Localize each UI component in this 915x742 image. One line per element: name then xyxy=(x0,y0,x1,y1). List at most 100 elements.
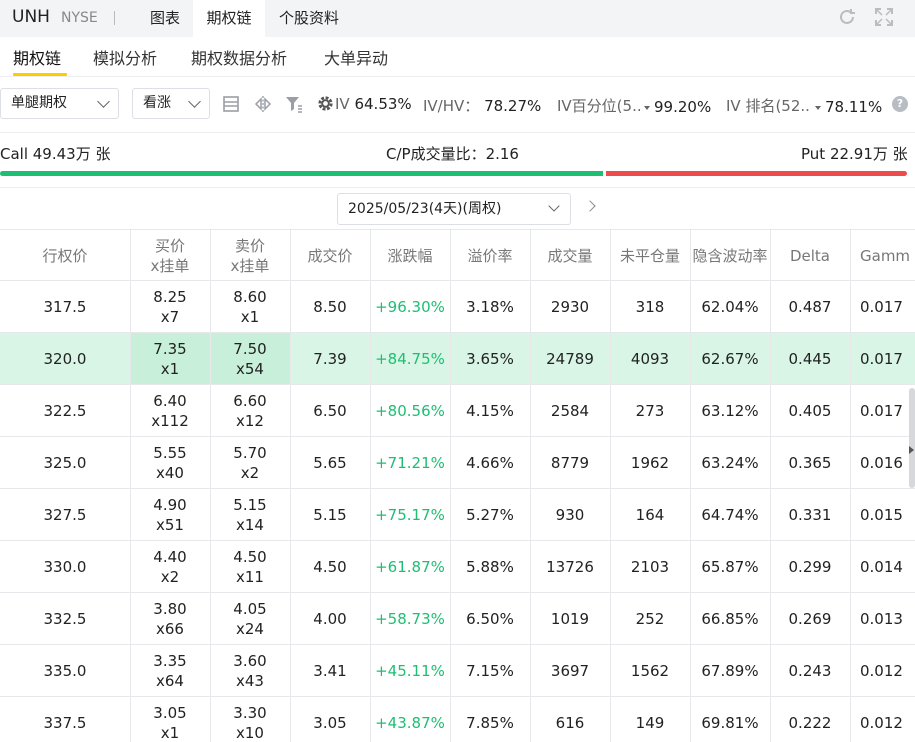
cell-gamma[interactable]: 0.017 xyxy=(850,281,915,332)
table-row[interactable]: 317.5 8.25 x7 8.60 x1 8.50 +96.30% 3.18% 2930 318… xyxy=(0,281,915,333)
cell-change[interactable]: +61.87% xyxy=(370,541,450,592)
cell-strike[interactable]: 325.0 xyxy=(0,437,130,488)
header-ask[interactable]: 卖价 x挂单 xyxy=(210,230,290,281)
cell-premium[interactable]: 3.18% xyxy=(450,281,530,332)
table-row[interactable]: 330.0 4.40 x2 4.50 x11 4.50 +61.87% 5.88% 13726 2… xyxy=(0,541,915,593)
cell-ask[interactable]: 5.15 x14 xyxy=(210,489,290,540)
cell-delta[interactable]: 0.222 xyxy=(770,697,850,742)
cell-change[interactable]: +80.56% xyxy=(370,385,450,436)
cell-open-interest[interactable]: 273 xyxy=(610,385,690,436)
cell-premium[interactable]: 4.15% xyxy=(450,385,530,436)
help-icon[interactable]: ? xyxy=(892,96,908,112)
cell-strike[interactable]: 337.5 xyxy=(0,697,130,742)
table-layout-icon[interactable] xyxy=(222,95,240,113)
cell-delta[interactable]: 0.405 xyxy=(770,385,850,436)
tab-option-chain[interactable]: 期权链 xyxy=(193,0,265,37)
cell-gamma[interactable]: 0.013 xyxy=(850,593,915,644)
table-row[interactable]: 327.5 4.90 x51 5.15 x14 5.15 +75.17% 5.27% 930 16… xyxy=(0,489,915,541)
subtab-block-trades[interactable]: 大单异动 xyxy=(324,45,388,69)
cell-gamma[interactable]: 0.017 xyxy=(850,333,915,384)
cell-change[interactable]: +96.30% xyxy=(370,281,450,332)
iv-rank-metric[interactable]: IV 排名(52... 78.11% xyxy=(726,95,882,116)
cell-bid[interactable]: 3.35 x64 xyxy=(130,645,210,696)
cell-last[interactable]: 5.65 xyxy=(290,437,370,488)
cell-premium[interactable]: 6.50% xyxy=(450,593,530,644)
header-implied-volatility[interactable]: 隐含波动率 xyxy=(690,230,770,281)
cell-strike[interactable]: 335.0 xyxy=(0,645,130,696)
cell-ask[interactable]: 6.60 x12 xyxy=(210,385,290,436)
cell-bid[interactable]: 4.90 x51 xyxy=(130,489,210,540)
table-row[interactable]: 325.0 5.55 x40 5.70 x2 5.65 +71.21% 4.66% 8779 19… xyxy=(0,437,915,489)
cell-volume[interactable]: 13726 xyxy=(530,541,610,592)
cell-implied-volatility[interactable]: 63.12% xyxy=(690,385,770,436)
cell-change[interactable]: +45.11% xyxy=(370,645,450,696)
header-premium[interactable]: 溢价率 xyxy=(450,230,530,281)
cell-delta[interactable]: 0.487 xyxy=(770,281,850,332)
cell-delta[interactable]: 0.331 xyxy=(770,489,850,540)
cell-implied-volatility[interactable]: 62.67% xyxy=(690,333,770,384)
subtab-option-chain[interactable]: 期权链 xyxy=(13,45,61,69)
table-row[interactable]: 332.5 3.80 x66 4.05 x24 4.00 +58.73% 6.50% 1019 2… xyxy=(0,593,915,645)
header-delta[interactable]: Delta xyxy=(770,230,850,281)
cell-premium[interactable]: 7.85% xyxy=(450,697,530,742)
header-strike[interactable]: 行权价 xyxy=(0,230,130,281)
cell-last[interactable]: 7.39 xyxy=(290,333,370,384)
cell-delta[interactable]: 0.299 xyxy=(770,541,850,592)
cell-ask[interactable]: 8.60 x1 xyxy=(210,281,290,332)
header-open-interest[interactable]: 未平仓量 xyxy=(610,230,690,281)
cell-bid[interactable]: 8.25 x7 xyxy=(130,281,210,332)
cell-premium[interactable]: 7.15% xyxy=(450,645,530,696)
refresh-icon[interactable] xyxy=(836,6,858,28)
cell-last[interactable]: 5.15 xyxy=(290,489,370,540)
cell-ask[interactable]: 7.50 x54 xyxy=(210,333,290,384)
scrollbar-thumb[interactable] xyxy=(909,388,915,488)
cell-volume[interactable]: 930 xyxy=(530,489,610,540)
fullscreen-icon[interactable] xyxy=(873,6,895,28)
cell-implied-volatility[interactable]: 67.89% xyxy=(690,645,770,696)
filter-icon[interactable] xyxy=(285,95,303,113)
cell-ask[interactable]: 4.05 x24 xyxy=(210,593,290,644)
cell-gamma[interactable]: 0.016 xyxy=(850,437,915,488)
cell-change[interactable]: +84.75% xyxy=(370,333,450,384)
cell-ask[interactable]: 3.30 x10 xyxy=(210,697,290,742)
cell-ask[interactable]: 5.70 x2 xyxy=(210,437,290,488)
cell-open-interest[interactable]: 149 xyxy=(610,697,690,742)
cell-volume[interactable]: 2584 xyxy=(530,385,610,436)
cell-last[interactable]: 4.00 xyxy=(290,593,370,644)
expiry-select[interactable]: 2025/05/23(4天)(周权) xyxy=(337,193,571,225)
cell-open-interest[interactable]: 164 xyxy=(610,489,690,540)
cell-bid[interactable]: 3.80 x66 xyxy=(130,593,210,644)
header-gamma[interactable]: Gamm xyxy=(850,230,915,281)
cell-ask[interactable]: 4.50 x11 xyxy=(210,541,290,592)
cell-volume[interactable]: 3697 xyxy=(530,645,610,696)
cell-premium[interactable]: 5.88% xyxy=(450,541,530,592)
cell-ask[interactable]: 3.60 x43 xyxy=(210,645,290,696)
strategy-select[interactable]: 单腿期权 xyxy=(0,88,119,119)
cell-implied-volatility[interactable]: 66.85% xyxy=(690,593,770,644)
table-row[interactable]: 335.0 3.35 x64 3.60 x43 3.41 +45.11% 7.15% 3697 1… xyxy=(0,645,915,697)
cell-open-interest[interactable]: 2103 xyxy=(610,541,690,592)
cell-bid[interactable]: 3.05 x1 xyxy=(130,697,210,742)
cell-open-interest[interactable]: 4093 xyxy=(610,333,690,384)
tab-company-profile[interactable]: 个股资料 xyxy=(265,0,353,37)
cell-change[interactable]: +58.73% xyxy=(370,593,450,644)
cell-volume[interactable]: 24789 xyxy=(530,333,610,384)
cell-volume[interactable]: 8779 xyxy=(530,437,610,488)
cell-gamma[interactable]: 0.017 xyxy=(850,385,915,436)
cell-delta[interactable]: 0.445 xyxy=(770,333,850,384)
cell-strike[interactable]: 327.5 xyxy=(0,489,130,540)
iv-percentile-metric[interactable]: IV百分位(5... 99.20% xyxy=(557,95,711,116)
cell-last[interactable]: 3.05 xyxy=(290,697,370,742)
table-row[interactable]: 320.0 7.35 x1 7.50 x54 7.39 +84.75% 3.65% 24789 4… xyxy=(0,333,915,385)
cell-premium[interactable]: 3.65% xyxy=(450,333,530,384)
cell-change[interactable]: +71.21% xyxy=(370,437,450,488)
cell-bid[interactable]: 4.40 x2 xyxy=(130,541,210,592)
cell-delta[interactable]: 0.243 xyxy=(770,645,850,696)
cell-volume[interactable]: 616 xyxy=(530,697,610,742)
cell-implied-volatility[interactable]: 69.81% xyxy=(690,697,770,742)
cell-open-interest[interactable]: 1962 xyxy=(610,437,690,488)
cell-strike[interactable]: 320.0 xyxy=(0,333,130,384)
cell-strike[interactable]: 330.0 xyxy=(0,541,130,592)
cell-change[interactable]: +43.87% xyxy=(370,697,450,742)
subtab-option-data-analysis[interactable]: 期权数据分析 xyxy=(191,45,287,69)
